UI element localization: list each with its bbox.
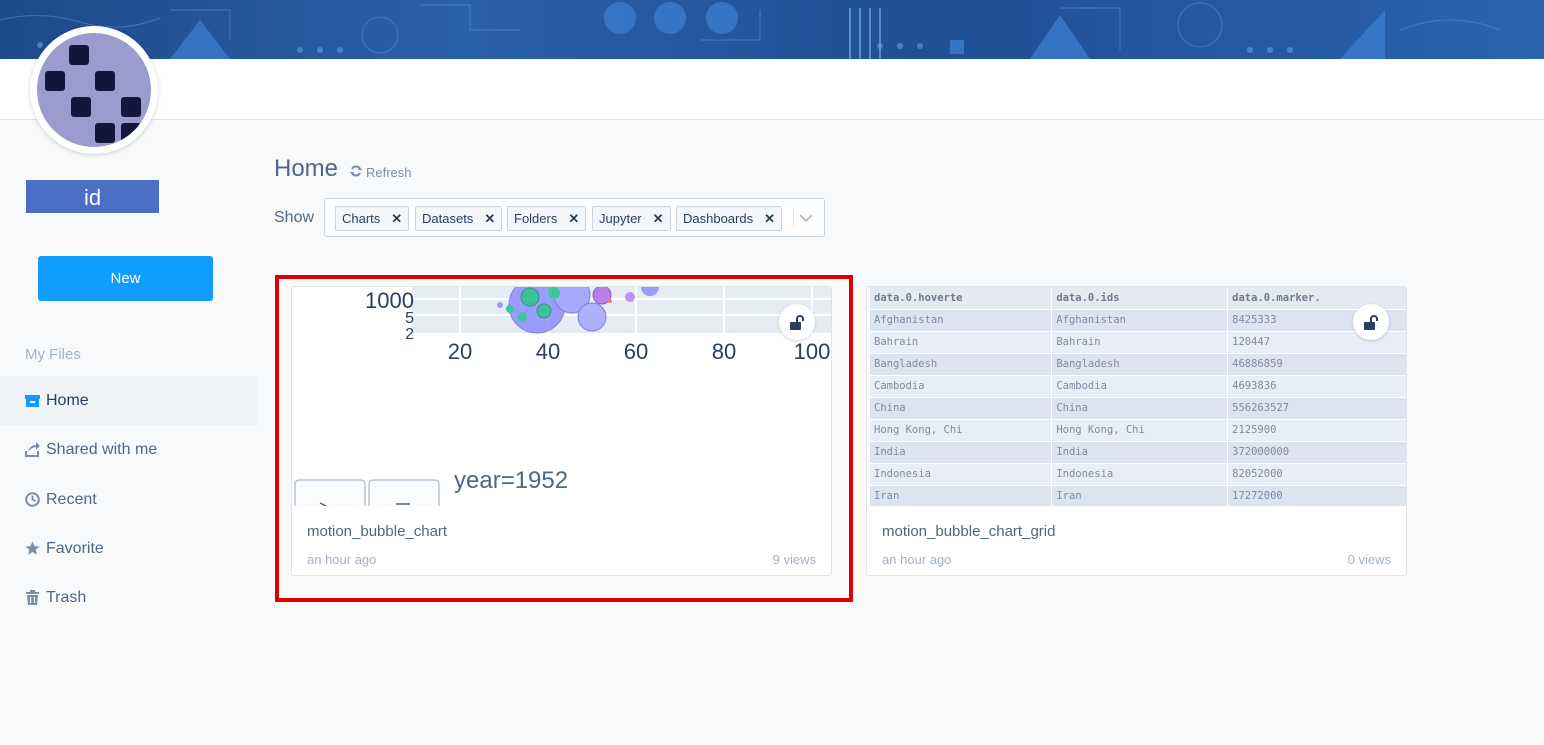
filter-chip-dashboards: Dashboards ✕ (676, 206, 783, 231)
sidebar-item-shared[interactable]: Shared with me (0, 425, 257, 474)
sidebar-item-label: Home (46, 391, 89, 409)
table-row: China China 556263527 (870, 397, 1406, 420)
profile-bar (0, 59, 1544, 120)
filter-select[interactable]: Charts ✕ Datasets ✕ Folders ✕ Jupyter ✕ Dash… (324, 198, 825, 237)
table-cell: Bahrain (1051, 331, 1229, 354)
table-cell: Cambodia (870, 375, 1053, 398)
column-header: data.0.hoverte (870, 287, 1053, 310)
table-cell: India (870, 441, 1053, 464)
card-title[interactable]: motion_bubble_chart_grid (882, 523, 1055, 540)
grid-preview-table: data.0.hoverte data.0.ids data.0.marker.… (870, 287, 1406, 506)
table-cell: China (1051, 397, 1229, 420)
filter-chip-folders: Folders ✕ (507, 206, 587, 231)
selection-highlight (275, 275, 853, 602)
table-cell: 17272000 (1227, 485, 1406, 506)
remove-chip-icon[interactable]: ✕ (764, 211, 775, 227)
unlock-icon[interactable] (1353, 304, 1389, 340)
sidebar-item-trash[interactable]: Trash (0, 573, 257, 622)
trash-icon (24, 590, 40, 606)
table-row: Bahrain Bahrain 120447 (870, 331, 1406, 354)
table-cell: Hong Kong, Chi (870, 419, 1053, 442)
table-cell: Bangladesh (870, 353, 1053, 376)
column-header: data.0.ids (1051, 287, 1229, 310)
refresh-icon (350, 165, 362, 180)
sidebar-item-label: Favorite (46, 539, 104, 557)
show-label: Show (274, 209, 315, 226)
avatar[interactable] (30, 26, 158, 154)
table-cell: India (1051, 441, 1229, 464)
refresh-link[interactable]: Refresh (350, 165, 412, 180)
filter-chip-datasets: Datasets ✕ (415, 206, 503, 231)
table-cell: 2125900 (1227, 419, 1406, 442)
sidebar-item-label: Shared with me (46, 440, 158, 458)
sidebar-item-recent[interactable]: Recent (0, 475, 257, 524)
table-cell: Afghanistan (870, 309, 1053, 332)
table-cell: Afghanistan (1051, 309, 1229, 332)
table-cell: Hong Kong, Chi (1051, 419, 1229, 442)
clock-icon (24, 492, 40, 508)
table-cell: 82052000 (1227, 463, 1406, 486)
sidebar-item-favorite[interactable]: Favorite (0, 524, 257, 573)
avatar-identicon (37, 33, 151, 147)
table-row: Indonesia Indonesia 82052000 (870, 463, 1406, 486)
chip-label: Datasets (422, 211, 474, 226)
share-icon (24, 442, 40, 458)
table-row: Cambodia Cambodia 4693836 (870, 375, 1406, 398)
sidebar-item-label: Trash (46, 588, 87, 606)
table-cell: Cambodia (1051, 375, 1229, 398)
table-cell: 4693836 (1227, 375, 1406, 398)
remove-chip-icon[interactable]: ✕ (391, 211, 402, 227)
chip-label: Charts (342, 211, 381, 226)
table-cell: 46886859 (1227, 353, 1406, 376)
table-cell: Indonesia (1051, 463, 1229, 486)
chip-label: Dashboards (683, 211, 754, 226)
remove-chip-icon[interactable]: ✕ (484, 211, 495, 227)
table-row: Iran Iran 17272000 (870, 485, 1406, 506)
table-row: Afghanistan Afghanistan 8425333 (870, 309, 1406, 332)
grid-thumbnail: data.0.hoverte data.0.ids data.0.marker.… (867, 287, 1406, 506)
chevron-down-icon[interactable] (793, 209, 813, 227)
banner-pattern (0, 2, 1501, 59)
table-row: Bangladesh Bangladesh 46886859 (870, 353, 1406, 376)
page-title: Home (274, 155, 339, 182)
table-cell: Iran (870, 485, 1053, 506)
star-icon (24, 541, 40, 557)
table-cell: Bahrain (870, 331, 1053, 354)
table-row: India India 372000000 (870, 441, 1406, 464)
sidebar-item-home[interactable]: Home (0, 376, 257, 425)
sidebar-item-label: Recent (46, 490, 97, 508)
new-button[interactable]: New (38, 256, 213, 301)
card-views: 0 views (1347, 552, 1391, 567)
table-cell: 556263527 (1227, 397, 1406, 420)
table-cell: 372000000 (1227, 441, 1406, 464)
my-files-heading: My Files (25, 346, 81, 363)
card-timestamp: an hour ago (882, 552, 952, 567)
username-label: id (26, 180, 159, 213)
refresh-label: Refresh (366, 165, 412, 180)
table-row: Hong Kong, Chi Hong Kong, Chi 2125900 (870, 419, 1406, 442)
remove-chip-icon[interactable]: ✕ (653, 211, 664, 227)
file-card-motion-bubble-chart-grid[interactable]: data.0.hoverte data.0.ids data.0.marker.… (866, 286, 1407, 576)
filter-chip-charts: Charts ✕ (335, 206, 410, 231)
archive-icon (24, 393, 40, 409)
filter-chip-jupyter: Jupyter ✕ (592, 206, 671, 231)
table-cell: Indonesia (870, 463, 1053, 486)
chip-label: Jupyter (599, 211, 642, 226)
table-cell: China (870, 397, 1053, 420)
table-cell: Iran (1051, 485, 1229, 506)
chip-label: Folders (514, 211, 558, 226)
header-banner (0, 0, 1544, 59)
remove-chip-icon[interactable]: ✕ (568, 211, 579, 227)
table-cell: Bangladesh (1051, 353, 1229, 376)
table-header-row: data.0.hoverte data.0.ids data.0.marker. (870, 287, 1406, 310)
